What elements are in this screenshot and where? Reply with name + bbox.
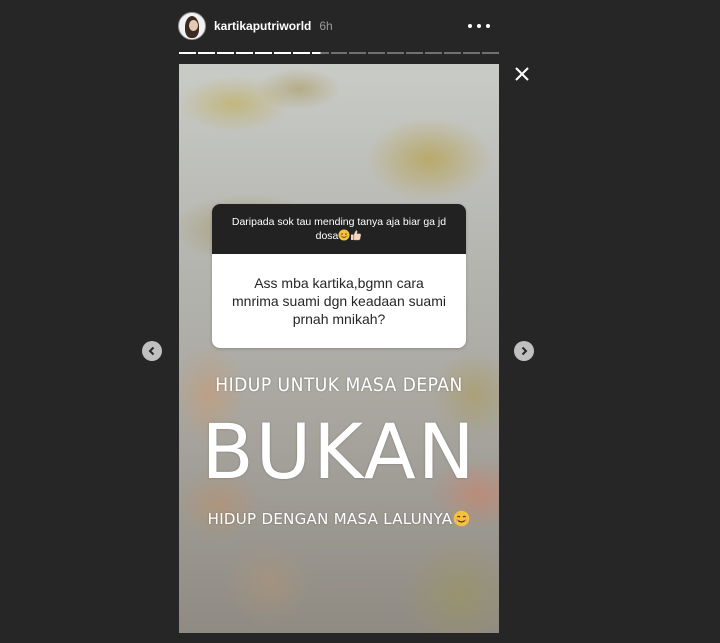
overlay-text-line2: BUKAN bbox=[201, 407, 477, 496]
overlay-text-line3-wrap: HIDUP DENGAN MASA LALUNYA bbox=[179, 510, 499, 528]
progress-segment bbox=[330, 52, 348, 54]
progress-segment bbox=[406, 52, 424, 54]
chevron-right-icon bbox=[521, 346, 528, 356]
progress-segment bbox=[235, 52, 253, 54]
progress-segment bbox=[216, 52, 234, 54]
smiling-face-emoji bbox=[338, 229, 350, 241]
chevron-left-icon bbox=[148, 346, 155, 356]
progress-segment bbox=[273, 52, 291, 54]
story-progress-bar bbox=[179, 52, 499, 54]
question-prompt-area: Daripada sok tau mending tanya aja biar … bbox=[212, 204, 466, 254]
more-options-icon[interactable] bbox=[468, 16, 490, 36]
progress-segment bbox=[368, 52, 386, 54]
overlay-text-line1: HIDUP UNTUK MASA DEPAN bbox=[215, 374, 463, 396]
thumbs-up-emoji bbox=[351, 230, 362, 241]
overlay-text-line3: HIDUP DENGAN MASA LALUNYA bbox=[207, 510, 453, 528]
progress-segment bbox=[311, 52, 329, 54]
progress-segment bbox=[387, 52, 405, 54]
timestamp: 6h bbox=[319, 19, 333, 33]
story-media[interactable]: Daripada sok tau mending tanya aja biar … bbox=[179, 64, 499, 633]
progress-segment bbox=[425, 52, 443, 54]
progress-segment bbox=[254, 52, 272, 54]
progress-segment bbox=[179, 52, 196, 54]
question-sticker: Daripada sok tau mending tanya aja biar … bbox=[212, 204, 466, 348]
story-header: kartikaputriworld 6h bbox=[178, 10, 498, 42]
avatar[interactable] bbox=[178, 12, 206, 40]
close-icon[interactable] bbox=[512, 64, 532, 84]
progress-segment bbox=[482, 52, 499, 54]
progress-segment bbox=[463, 52, 480, 54]
smiling-face-emoji bbox=[454, 510, 470, 527]
previous-story-button[interactable] bbox=[142, 341, 162, 361]
progress-segment bbox=[349, 52, 367, 54]
question-answer: Ass mba kartika,bgmn cara mnrima suami d… bbox=[232, 275, 446, 327]
progress-segment bbox=[444, 52, 462, 54]
progress-segment bbox=[197, 52, 215, 54]
username[interactable]: kartikaputriworld bbox=[214, 19, 311, 33]
next-story-button[interactable] bbox=[514, 341, 534, 361]
progress-segment bbox=[292, 52, 310, 54]
